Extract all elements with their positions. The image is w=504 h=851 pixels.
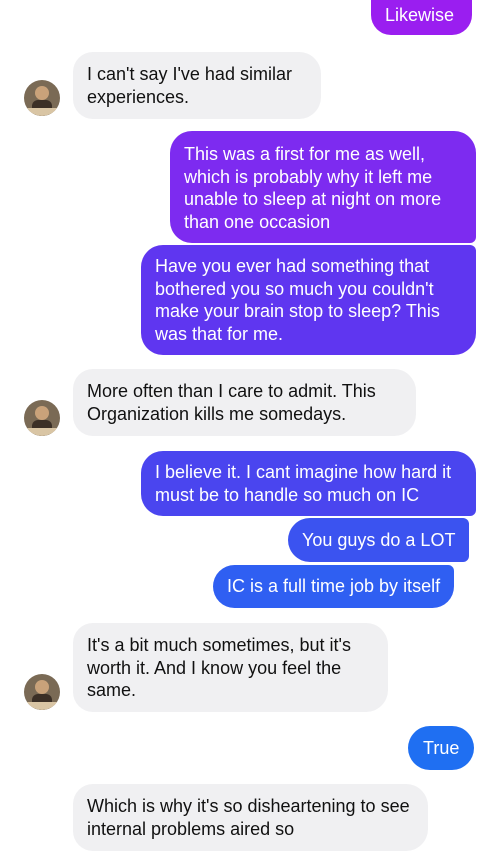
message-text: Have you ever had something that bothere… [155,256,440,344]
avatar[interactable] [24,80,60,116]
message-text: It's a bit much sometimes, but it's wort… [87,635,351,700]
message-text: More often than I care to admit. This Or… [87,381,376,424]
message-thread: Likewise I can't say I've had similar ex… [0,0,504,851]
avatar[interactable] [24,674,60,710]
message-bubble-outgoing[interactable]: You guys do a LOT [288,518,470,562]
profile-avatar [24,400,60,436]
message-bubble-outgoing[interactable]: Have you ever had something that bothere… [141,245,476,355]
message-bubble-outgoing[interactable]: I believe it. I cant imagine how hard it… [141,451,476,516]
message-text: This was a first for me as well, which i… [184,144,442,232]
message-text: IC is a full time job by itself [227,576,441,596]
message-bubble-outgoing[interactable]: Likewise [371,0,473,35]
message-text: You guys do a LOT [302,530,456,550]
profile-avatar [24,674,60,710]
message-text: Likewise [385,5,455,25]
message-bubble-outgoing[interactable]: True [408,726,475,770]
message-bubble-outgoing[interactable]: IC is a full time job by itself [213,565,455,608]
message-text: I can't say I've had similar experiences… [87,64,292,107]
message-text: I believe it. I cant imagine how hard it… [155,462,452,505]
message-bubble-outgoing[interactable]: This was a first for me as well, which i… [170,131,476,243]
message-text: Which is why it's so disheartening to se… [87,796,410,839]
message-bubble-incoming[interactable]: More often than I care to admit. This Or… [73,369,416,436]
avatar[interactable] [24,400,60,436]
message-bubble-incoming[interactable]: I can't say I've had similar experiences… [73,52,321,119]
message-bubble-incoming[interactable]: Which is why it's so disheartening to se… [73,784,428,851]
profile-avatar [24,80,60,116]
message-bubble-incoming[interactable]: It's a bit much sometimes, but it's wort… [73,623,388,712]
message-text: True [423,738,460,758]
